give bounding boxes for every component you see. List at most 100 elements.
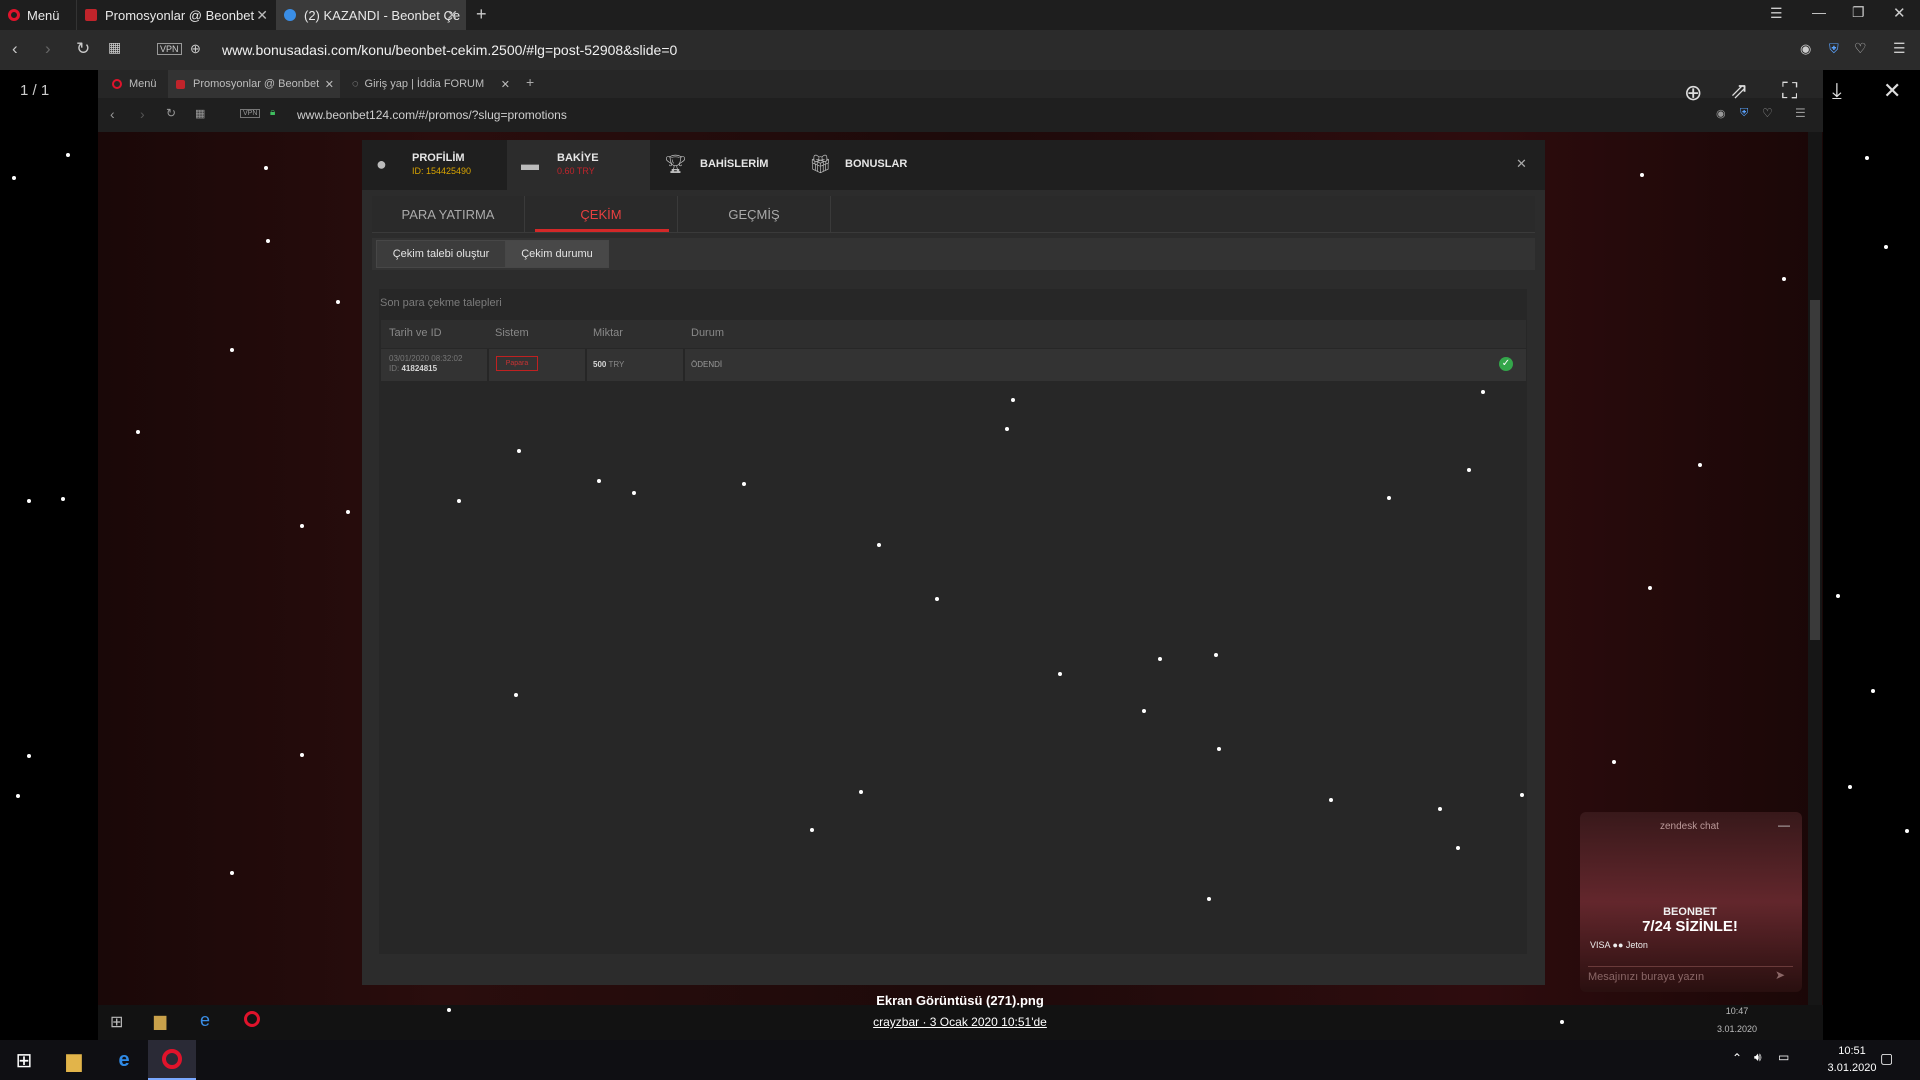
subtab-deposit[interactable]: PARA YATIRMA [372, 196, 525, 232]
back-icon[interactable]: ‹ [12, 39, 18, 59]
withdraw-status-button[interactable]: Çekim durumu [505, 240, 609, 268]
snow-particle [1058, 672, 1062, 676]
image-caption-author[interactable]: crayzbar · 3 Ocak 2020 10:51'de [0, 1015, 1920, 1029]
snow-particle [1836, 594, 1840, 598]
close-viewer-icon[interactable]: ✕ [1883, 78, 1901, 104]
support-chat-widget[interactable] [1580, 812, 1802, 992]
tab-balance[interactable]: ▬ BAKİYE 0.60 TRY [507, 140, 650, 190]
reload-icon[interactable]: ↻ [76, 39, 90, 59]
wallet-icon: ▬ [521, 154, 539, 174]
tab-bonuses[interactable]: 🎁︎ BONUSLAR [795, 140, 940, 190]
close-tab-icon: ✕ [500, 78, 510, 91]
tab-menu-icon[interactable]: ☰ [1770, 5, 1783, 22]
send-icon[interactable]: ➤ [1775, 968, 1785, 982]
payment-system-badge: Papara [496, 356, 538, 371]
file-explorer-icon[interactable]: ▆ [50, 1040, 98, 1080]
restore-icon[interactable]: ❐ [1852, 4, 1865, 21]
edge-icon[interactable]: e [100, 1040, 148, 1080]
snow-particle [859, 790, 863, 794]
row-id: ID: 41824815 [389, 364, 437, 373]
snow-particle [457, 499, 461, 503]
close-tab-icon: ✕ [324, 78, 334, 91]
image-caption-filename: Ekran Görüntüsü (271).png [876, 993, 1044, 1008]
camera-icon[interactable]: ◉ [1800, 41, 1811, 57]
network-icon[interactable]: ▭ [1778, 1050, 1789, 1064]
shield-icon[interactable]: ⛨ [1829, 41, 1839, 57]
forward-icon[interactable]: › [45, 39, 51, 59]
snow-particle [1884, 245, 1888, 249]
section-title: Son para çekme talepleri [380, 297, 502, 309]
tab-label: PROFİLİM [412, 152, 465, 164]
close-tab-icon[interactable]: ✕ [256, 7, 268, 24]
notifications-icon[interactable]: ▢ [1880, 1050, 1893, 1067]
download-icon[interactable]: ⤓ [1832, 78, 1842, 104]
opera-taskbar-icon[interactable] [148, 1040, 196, 1080]
snow-particle [1782, 277, 1786, 281]
row-id-value: 41824815 [401, 364, 438, 373]
heart-icon[interactable]: ♡ [1854, 40, 1867, 57]
chat-message-input[interactable]: Mesajınızı buraya yazın [1588, 966, 1793, 987]
easy-setup-icon[interactable]: ☰ [1893, 40, 1906, 57]
close-tab-icon[interactable]: ✕ [446, 7, 458, 24]
inner-vpn-badge: VPN [240, 109, 261, 118]
inner-tab-promotions: Promosyonlar @ Beonbet ✕ [168, 70, 340, 98]
close-window-icon[interactable]: ✕ [1893, 4, 1906, 22]
opera-menu-button[interactable]: Menü [0, 0, 70, 30]
vpn-badge[interactable]: VPN [157, 43, 182, 55]
share-icon[interactable]: ⇗ [1730, 78, 1748, 104]
inner-opera-menu: Menü [104, 70, 164, 98]
snow-particle [1698, 463, 1702, 467]
snow-particle [61, 497, 65, 501]
snow-particle [742, 482, 746, 486]
windows-start-icon[interactable]: ⊞ [0, 1040, 48, 1080]
speed-dial-icon[interactable]: ▦ [108, 39, 121, 56]
cell-divider [683, 349, 685, 381]
zoom-in-icon[interactable]: ⊕ [1684, 80, 1702, 106]
snow-particle [336, 300, 340, 304]
inner-speed-dial-icon: ▦ [195, 108, 206, 120]
inner-back-icon: ‹ [110, 106, 115, 122]
close-modal-icon[interactable]: ✕ [1516, 156, 1527, 172]
tab-kazandi[interactable]: (2) KAZANDI - Beonbet Çe ✕ [276, 0, 466, 30]
cell-divider [487, 349, 489, 381]
snow-particle [264, 166, 268, 170]
inner-url-field: www.beonbet124.com/#/promos/?slug=promot… [297, 108, 567, 122]
tray-chevron-icon[interactable]: ⌃ [1732, 1051, 1742, 1065]
create-withdraw-request-button[interactable]: Çekim talebi oluştur [376, 240, 506, 268]
snow-particle [300, 524, 304, 528]
inner-tab-forum: ◌ Giriş yap | İddia FORUM ✕ [344, 70, 516, 98]
snow-particle [66, 153, 70, 157]
snow-particle [1214, 653, 1218, 657]
snow-particle [632, 491, 636, 495]
profile-id: ID: 154425490 [412, 166, 472, 176]
new-tab-icon[interactable]: + [476, 4, 487, 25]
tab-my-bets[interactable]: 🏆︎ BAHİSLERİM [650, 140, 795, 190]
snow-particle [1329, 798, 1333, 802]
payment-logos: VISA ●● Jeton [1590, 940, 1648, 950]
snow-particle [514, 693, 518, 697]
lock-icon: 🔒︎ [270, 107, 276, 118]
active-subtab-underline [535, 229, 669, 232]
menu-label: Menü [129, 78, 157, 90]
fullscreen-icon[interactable]: ⛶ [1782, 78, 1797, 104]
inner-camera-icon: ◉ [1716, 108, 1726, 120]
snow-particle [1612, 760, 1616, 764]
snow-particle [517, 449, 521, 453]
url-field[interactable]: www.bonusadasi.com/konu/beonbet-cekim.25… [222, 42, 677, 58]
opera-logo-icon [8, 9, 20, 21]
inner-forward-icon: › [140, 106, 145, 122]
snow-particle [1142, 709, 1146, 713]
minimize-icon[interactable]: — [1812, 4, 1826, 20]
snow-particle [1640, 173, 1644, 177]
snow-particle [1560, 1020, 1564, 1024]
tab-profile[interactable]: ● PROFİLİM ID: 154425490 [362, 140, 507, 190]
tab-promotions[interactable]: Promosyonlar @ Beonbet ✕ [76, 0, 276, 30]
inner-shield-icon: ⛨ [1740, 107, 1749, 119]
volume-icon[interactable]: 🔊︎ [1754, 1050, 1762, 1065]
loading-icon: ◌ [352, 78, 359, 90]
subtab-withdraw[interactable]: ÇEKİM [525, 196, 678, 232]
minimize-chat-icon[interactable]: — [1778, 818, 1790, 832]
beonbet-favicon-icon [176, 79, 185, 89]
inner-scrollbar-thumb [1810, 300, 1820, 640]
subtab-history[interactable]: GEÇMİŞ [678, 196, 831, 232]
